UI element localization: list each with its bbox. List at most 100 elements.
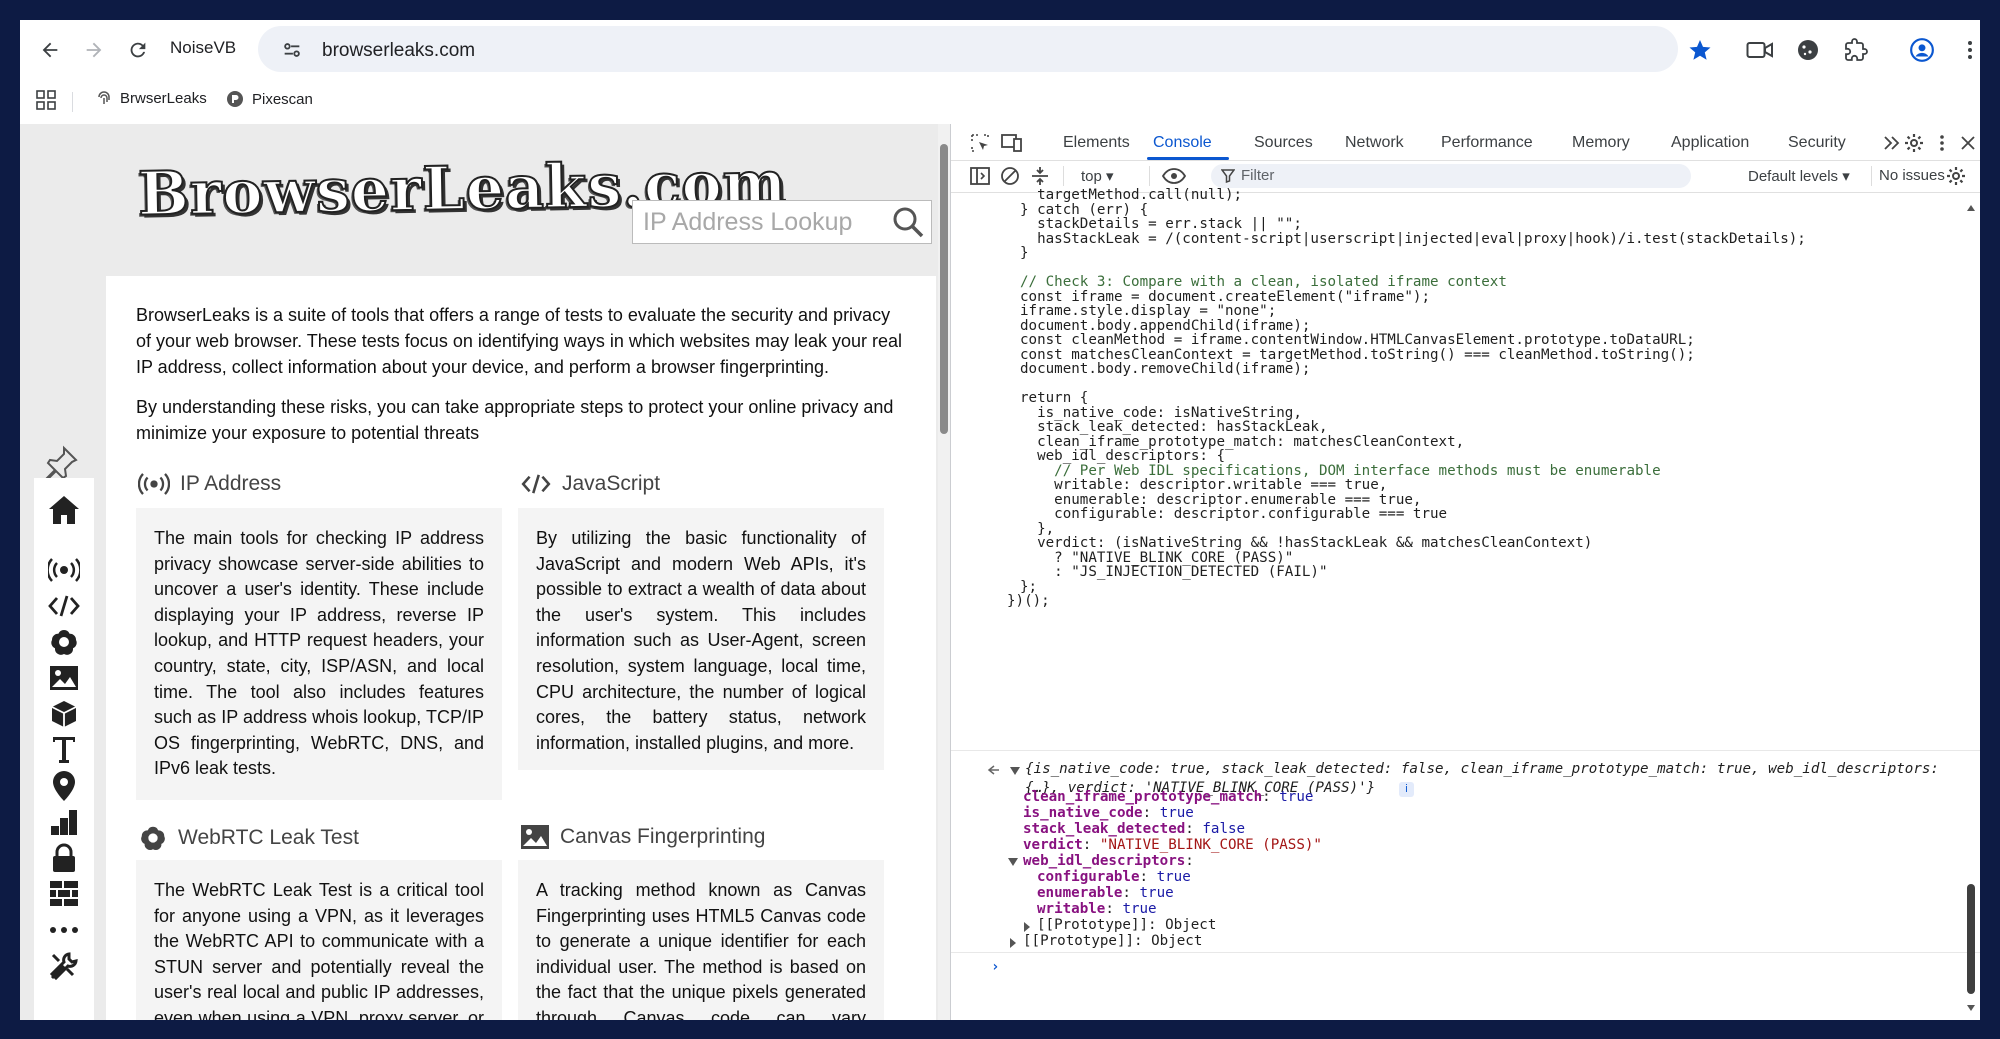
webrtc-card: The WebRTC Leak Test is a critical tool …: [136, 860, 502, 1020]
section-title[interactable]: IP Address: [180, 472, 281, 496]
tab-performance[interactable]: Performance: [1441, 134, 1533, 152]
page-scrollbar[interactable]: [938, 124, 950, 1020]
javascript-card: By utilizing the basic functionality of …: [518, 508, 884, 770]
section-canvas[interactable]: Canvas Fingerprinting: [520, 824, 765, 850]
scroll-up-icon[interactable]: [1966, 204, 1976, 212]
section-title[interactable]: Canvas Fingerprinting: [560, 825, 765, 849]
ip-address-icon[interactable]: [44, 552, 84, 588]
section-javascript[interactable]: JavaScript: [520, 472, 660, 496]
profile-chip[interactable]: NoiseVB: [170, 38, 236, 58]
prop-value: true: [1139, 885, 1174, 901]
filter-placeholder: Filter: [1241, 167, 1275, 184]
code-line: })();: [1007, 593, 1050, 609]
live-expression-eye-icon[interactable]: [1161, 163, 1187, 189]
more-dots-icon[interactable]: [44, 912, 84, 948]
inspect-element-icon[interactable]: [967, 130, 993, 156]
code-line: document.body.removeChild(iframe);: [1020, 361, 1311, 377]
tab-memory[interactable]: Memory: [1572, 134, 1630, 152]
tab-console[interactable]: Console: [1153, 134, 1212, 152]
prototype-outer[interactable]: [[Prototype]]: Object: [1023, 932, 1202, 951]
features-chart-icon[interactable]: [44, 804, 84, 840]
console-scroll-thumb[interactable]: [1967, 884, 1975, 994]
ip-lookup-search[interactable]: [632, 200, 932, 244]
pixescan-icon: [227, 91, 243, 107]
page-scroll-thumb[interactable]: [940, 144, 948, 434]
issues-counter[interactable]: No issues: [1879, 167, 1945, 184]
tab-sources[interactable]: Sources: [1254, 134, 1313, 152]
code-line: ? "NATIVE_BLINK_CORE (PASS)": [1020, 549, 1294, 566]
code-line: is_native_code: isNativeString,: [1020, 404, 1302, 421]
context-selector[interactable]: top ▾: [1081, 167, 1114, 185]
geolocation-icon[interactable]: [44, 768, 84, 804]
firewall-icon[interactable]: [44, 876, 84, 912]
clear-console-icon[interactable]: [997, 163, 1023, 189]
search-icon[interactable]: [891, 205, 925, 239]
tab-elements[interactable]: Elements: [1063, 134, 1130, 152]
tab-application[interactable]: Application: [1671, 134, 1749, 152]
section-webrtc[interactable]: WebRTC Leak Test: [138, 824, 359, 852]
ssl-lock-icon[interactable]: [44, 840, 84, 876]
home-icon[interactable]: [44, 492, 84, 528]
prop-key: configurable: [1037, 869, 1140, 885]
prop-key: writable: [1037, 901, 1106, 917]
result-summary[interactable]: {is_native_code: true, stack_leak_detect…: [1025, 760, 1939, 779]
bookmark-brwserleaks[interactable]: BrwserLeaks: [96, 90, 207, 107]
console-scrollbar[interactable]: [1965, 204, 1977, 1016]
prop-key: clean_iframe_prototype_match: [1023, 789, 1263, 805]
card-text: By utilizing the basic functionality of …: [536, 528, 866, 753]
group-similar-icon[interactable]: [1027, 163, 1053, 189]
console-settings-icon[interactable]: [1943, 163, 1969, 189]
prop-key: is_native_code: [1023, 805, 1143, 821]
console-prompt[interactable]: ›: [991, 958, 1000, 977]
section-ip-address[interactable]: IP Address: [138, 472, 281, 496]
collapsed-triangle-icon[interactable]: [1023, 922, 1031, 932]
webrtc-icon[interactable]: [44, 624, 84, 660]
fonts-icon[interactable]: [44, 732, 84, 768]
canvas-image-icon[interactable]: [44, 660, 84, 696]
bookmark-star-icon[interactable]: [1682, 32, 1718, 68]
code-line: iframe.style.display = "none";: [1020, 303, 1277, 319]
devtools-menu-icon[interactable]: [1929, 130, 1955, 156]
log-levels-label: Default levels: [1748, 168, 1839, 185]
cookie-icon[interactable]: [1790, 32, 1826, 68]
back-icon[interactable]: [32, 32, 68, 68]
site-settings-icon[interactable]: [274, 32, 310, 68]
extensions-icon[interactable]: [1838, 32, 1874, 68]
console-output[interactable]: targetMethod.call(null);} catch (err) { …: [951, 188, 1980, 1020]
scroll-down-icon[interactable]: [1966, 1004, 1976, 1012]
devtools-settings-icon[interactable]: [1901, 130, 1927, 156]
camera-icon[interactable]: [1742, 32, 1778, 68]
menu-dots-icon[interactable]: [1952, 32, 1980, 68]
tools-icon[interactable]: [44, 948, 84, 984]
javascript-icon[interactable]: [44, 588, 84, 624]
bookmark-pixescan[interactable]: Pixescan: [226, 90, 313, 108]
apps-grid-icon[interactable]: [36, 90, 56, 110]
reload-icon[interactable]: [120, 32, 156, 68]
code-line: targetMethod.call(null);: [1020, 187, 1243, 203]
prop-value: "NATIVE_BLINK_CORE (PASS)": [1099, 837, 1322, 853]
info-icon[interactable]: i: [1399, 782, 1414, 797]
prop-key: web_idl_descriptors: [1023, 853, 1186, 869]
ip-lookup-input[interactable]: [641, 207, 885, 237]
console-filter[interactable]: Filter: [1211, 164, 1691, 188]
section-title[interactable]: WebRTC Leak Test: [178, 826, 359, 850]
expand-triangle-icon[interactable]: [1009, 766, 1021, 776]
url-text[interactable]: browserleaks.com: [322, 40, 475, 62]
code-line: writable: descriptor.writable === true,: [1020, 477, 1388, 493]
card-text: The WebRTC Leak Test is a critical tool …: [154, 880, 484, 1020]
device-toolbar-icon[interactable]: [999, 130, 1025, 156]
tab-network[interactable]: Network: [1345, 134, 1404, 152]
webgl-cube-icon[interactable]: [44, 696, 84, 732]
toolbar-divider: [1063, 166, 1064, 186]
log-levels-dropdown[interactable]: Default levels ▾: [1748, 167, 1850, 185]
account-icon[interactable]: [1904, 32, 1940, 68]
close-devtools-icon[interactable]: [1955, 130, 1980, 156]
tab-security[interactable]: Security: [1788, 134, 1846, 152]
section-title[interactable]: JavaScript: [562, 472, 660, 496]
sidebar-toggle-icon[interactable]: [967, 163, 993, 189]
code-line: document.body.appendChild(iframe);: [1020, 317, 1311, 334]
forward-icon[interactable]: [76, 32, 112, 68]
code-line: clean_iframe_prototype_match: matchesCle…: [1020, 433, 1465, 450]
collapsed-triangle-icon[interactable]: [1009, 938, 1017, 948]
expand-triangle-icon[interactable]: [1007, 857, 1019, 867]
